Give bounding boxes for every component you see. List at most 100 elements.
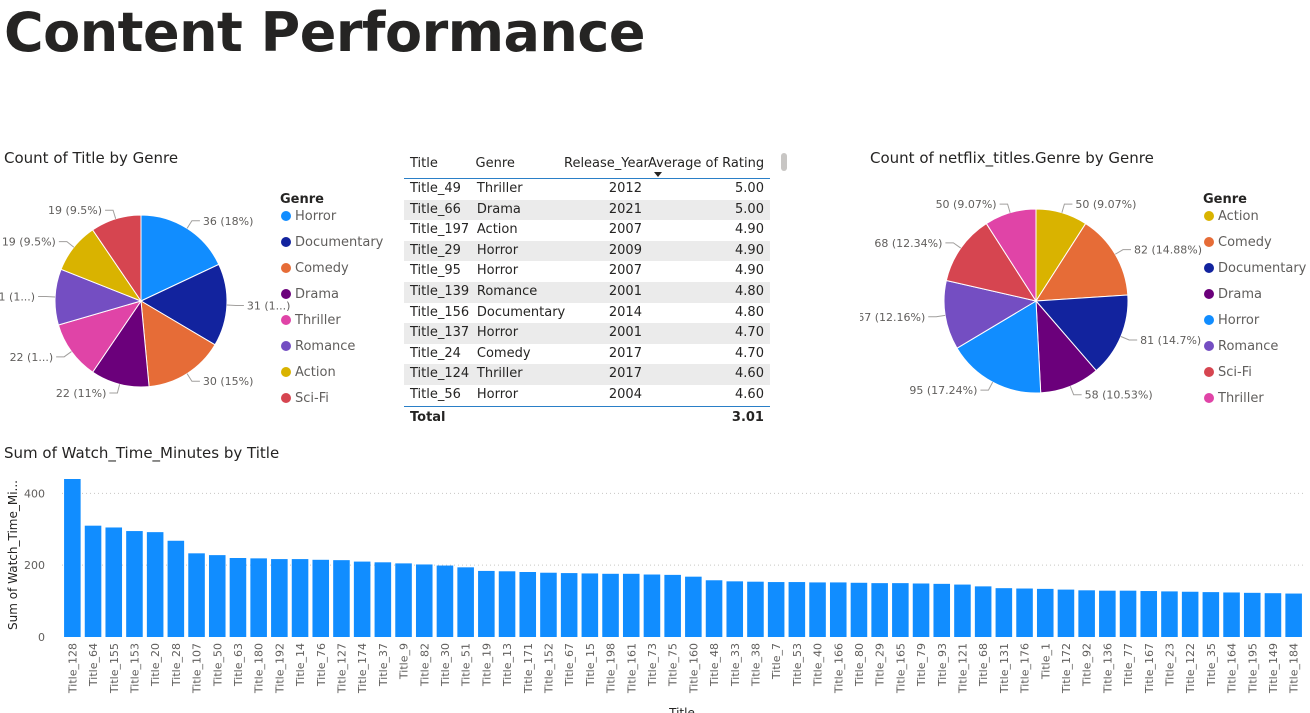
bar-title-30[interactable] bbox=[436, 565, 454, 637]
legend-marker-action[interactable] bbox=[1204, 211, 1214, 221]
bar-title-192[interactable] bbox=[271, 559, 288, 637]
legend-item-comedy[interactable]: Comedy bbox=[295, 261, 349, 276]
table-row[interactable]: Title_137 Horror 2001 4.70 bbox=[404, 323, 770, 344]
legend-marker-comedy[interactable] bbox=[1204, 237, 1214, 247]
bar-title-131[interactable] bbox=[995, 588, 1013, 637]
bar-title-172[interactable] bbox=[1057, 589, 1075, 637]
bar-title-15[interactable] bbox=[581, 573, 599, 637]
bar-title-75[interactable] bbox=[664, 574, 681, 637]
legend-item-horror[interactable]: Horror bbox=[295, 209, 337, 224]
bar-title-38[interactable] bbox=[747, 581, 764, 637]
bar-title-13[interactable] bbox=[498, 571, 516, 637]
legend-item-sci-fi[interactable]: Sci-Fi bbox=[295, 391, 329, 406]
bar-title-20[interactable] bbox=[146, 532, 164, 637]
bar-title-64[interactable] bbox=[84, 525, 102, 637]
legend-marker-sci-fi[interactable] bbox=[281, 393, 291, 403]
table-row[interactable]: Title_29 Horror 2009 4.90 bbox=[404, 240, 770, 262]
bar-chart-watch-time[interactable]: 0 200 400 Title_128 Title_64 Title_155 Title_1… bbox=[0, 466, 1310, 713]
bar-title-176[interactable] bbox=[1016, 588, 1033, 637]
bar-title-164[interactable] bbox=[1223, 592, 1240, 637]
bar-title-152[interactable] bbox=[540, 572, 557, 637]
bar-title-165[interactable] bbox=[892, 583, 909, 637]
bar-title-68[interactable] bbox=[974, 586, 992, 637]
bar-title-9[interactable] bbox=[395, 563, 412, 637]
header-average-rating[interactable]: Average of Rating bbox=[648, 150, 770, 178]
bar-title-23[interactable] bbox=[1161, 591, 1178, 637]
bar-title-53[interactable] bbox=[788, 582, 806, 637]
bar-title-128[interactable] bbox=[64, 479, 81, 637]
bar-title-174[interactable] bbox=[353, 561, 371, 637]
bar-title-121[interactable] bbox=[954, 584, 971, 637]
bar-title-136[interactable] bbox=[1099, 590, 1116, 637]
bar-title-153[interactable] bbox=[126, 531, 143, 637]
bar-title-160[interactable] bbox=[685, 576, 702, 637]
table-row[interactable]: Title_95 Horror 2007 4.90 bbox=[404, 261, 770, 282]
bar-title-82[interactable] bbox=[415, 564, 433, 637]
bar-title-107[interactable] bbox=[188, 553, 205, 637]
table-row[interactable]: Title_124 Thriller 2017 4.60 bbox=[404, 364, 770, 385]
bar-title-79[interactable] bbox=[912, 583, 930, 637]
bar-title-171[interactable] bbox=[519, 572, 537, 637]
legend-item-horror[interactable]: Horror bbox=[1218, 313, 1260, 328]
bar-title-127[interactable] bbox=[333, 560, 350, 637]
legend-item-comedy[interactable]: Comedy bbox=[1218, 235, 1272, 250]
legend-item-romance[interactable]: Romance bbox=[1218, 339, 1278, 354]
bar-title-80[interactable] bbox=[850, 582, 868, 637]
bar-title-48[interactable] bbox=[705, 580, 723, 637]
bar-title-92[interactable] bbox=[1078, 590, 1095, 637]
legend-marker-sci-fi[interactable] bbox=[1204, 367, 1214, 377]
legend-marker-documentary[interactable] bbox=[1204, 263, 1214, 273]
legend-item-documentary[interactable]: Documentary bbox=[1218, 261, 1307, 276]
bar-title-33[interactable] bbox=[726, 581, 744, 637]
bar-title-19[interactable] bbox=[478, 570, 495, 637]
legend-item-thriller[interactable]: Thriller bbox=[1217, 391, 1264, 406]
legend-item-thriller[interactable]: Thriller bbox=[294, 313, 341, 328]
bar-title-161[interactable] bbox=[622, 573, 640, 637]
bar-title-198[interactable] bbox=[602, 573, 619, 637]
bar-title-50[interactable] bbox=[208, 555, 226, 637]
bar-title-1[interactable] bbox=[1036, 588, 1054, 637]
bar-title-14[interactable] bbox=[291, 559, 309, 637]
legend-marker-romance[interactable] bbox=[1204, 341, 1214, 351]
bar-title-28[interactable] bbox=[167, 540, 185, 637]
pie-chart-netflix-genre[interactable]: 50 (9.07%) 82 (14.88%) 81 (14.7%) 58 (10.53… bbox=[860, 170, 1310, 420]
bar-title-7[interactable] bbox=[767, 582, 785, 637]
bar-title-180[interactable] bbox=[250, 558, 267, 637]
bar-title-29[interactable] bbox=[871, 583, 888, 637]
bar-title-93[interactable] bbox=[933, 583, 951, 637]
table-row[interactable]: Title_197 Action 2007 4.90 bbox=[404, 220, 770, 241]
bar-title-76[interactable] bbox=[312, 559, 330, 637]
bar-title-37[interactable] bbox=[374, 562, 392, 637]
bar-title-35[interactable] bbox=[1202, 592, 1220, 637]
legend-marker-drama[interactable] bbox=[281, 289, 291, 299]
bar-title-63[interactable] bbox=[229, 558, 247, 637]
table-row[interactable]: Title_56 Horror 2004 4.60 bbox=[404, 385, 770, 406]
bar-title-166[interactable] bbox=[829, 582, 847, 637]
bar-title-73[interactable] bbox=[643, 574, 661, 637]
ratings-table[interactable]: Title Genre Release_Year Average of Rati… bbox=[404, 150, 770, 429]
bar-title-122[interactable] bbox=[1181, 591, 1199, 637]
bar-title-155[interactable] bbox=[105, 527, 123, 637]
legend-item-documentary[interactable]: Documentary bbox=[295, 235, 384, 250]
legend-item-action[interactable]: Action bbox=[295, 365, 336, 380]
table-row[interactable]: Title_139 Romance 2001 4.80 bbox=[404, 281, 770, 303]
bar-title-184[interactable] bbox=[1285, 593, 1302, 637]
bar-title-149[interactable] bbox=[1264, 593, 1282, 637]
pie-chart-genre[interactable]: 36 (18%) 31 (1...) 30 (15%) 22 (11%) 22 (1..… bbox=[0, 170, 390, 420]
sort-descending-icon[interactable] bbox=[654, 172, 662, 177]
header-title[interactable]: Title bbox=[404, 150, 472, 178]
bar-title-40[interactable] bbox=[809, 582, 826, 637]
legend-marker-romance[interactable] bbox=[281, 341, 291, 351]
legend-marker-drama[interactable] bbox=[1204, 289, 1214, 299]
legend-marker-horror[interactable] bbox=[1204, 315, 1214, 325]
legend-marker-documentary[interactable] bbox=[281, 237, 291, 247]
header-release-year[interactable]: Release_Year bbox=[564, 150, 649, 178]
bar-title-195[interactable] bbox=[1243, 592, 1261, 637]
bar-title-77[interactable] bbox=[1119, 590, 1137, 637]
legend-item-drama[interactable]: Drama bbox=[1218, 287, 1262, 302]
legend-item-sci-fi[interactable]: Sci-Fi bbox=[1218, 365, 1252, 380]
legend-marker-comedy[interactable] bbox=[281, 263, 291, 273]
legend-marker-thriller[interactable] bbox=[1204, 393, 1214, 403]
header-genre[interactable]: Genre bbox=[472, 150, 564, 178]
table-row[interactable]: Title_156 Documentary 2014 4.80 bbox=[404, 303, 770, 324]
